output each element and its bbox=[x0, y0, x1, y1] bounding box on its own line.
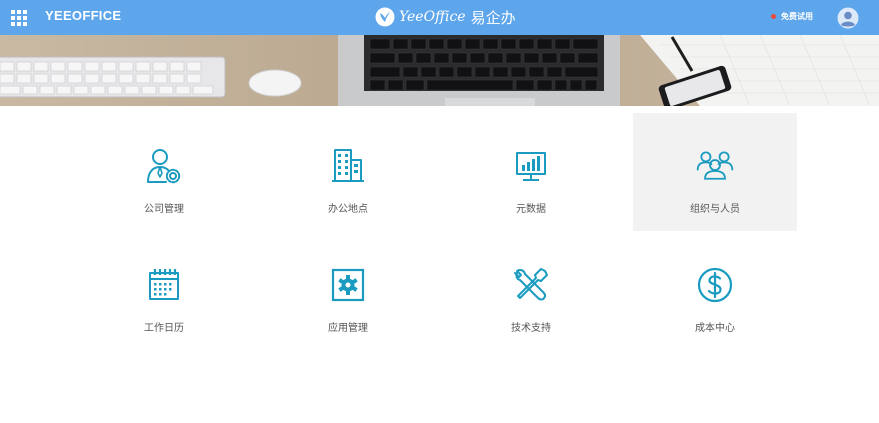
tile-label: 办公地点 bbox=[328, 204, 368, 215]
tile-tech-support[interactable]: 技术支持 bbox=[449, 232, 613, 350]
tile-app-management[interactable]: 应用管理 bbox=[266, 232, 430, 350]
logo: YeeOffice 易企办 bbox=[375, 6, 516, 28]
free-trial-link[interactable]: 免费试用 bbox=[771, 11, 813, 22]
metadata-chart-icon bbox=[511, 146, 551, 186]
building-icon bbox=[328, 146, 368, 186]
tile-company-admin[interactable]: 公司管理 bbox=[82, 113, 246, 231]
tile-cost-center[interactable]: 成本中心 bbox=[633, 232, 797, 350]
tile-label: 组织与人员 bbox=[690, 204, 740, 215]
tile-metadata[interactable]: 元数据 bbox=[449, 113, 613, 231]
banner-image bbox=[0, 35, 879, 106]
app-grid-icon[interactable] bbox=[11, 10, 27, 26]
dollar-icon bbox=[695, 265, 735, 305]
tile-work-calendar[interactable]: 工作日历 bbox=[82, 232, 246, 350]
tile-org-people[interactable]: 组织与人员 bbox=[633, 113, 797, 231]
tile-label: 公司管理 bbox=[144, 204, 184, 215]
tile-label: 成本中心 bbox=[695, 323, 735, 334]
tile-label: 应用管理 bbox=[328, 323, 368, 334]
user-avatar-icon[interactable] bbox=[837, 7, 859, 29]
top-bar: YEEOFFICE YeeOffice 易企办 免费试用 bbox=[0, 0, 879, 35]
tile-label: 技术支持 bbox=[511, 323, 551, 334]
logo-text-en: YeeOffice bbox=[399, 9, 466, 25]
calendar-icon bbox=[144, 265, 184, 305]
logo-mark-icon bbox=[375, 7, 395, 27]
gear-icon bbox=[328, 265, 368, 305]
tile-label: 元数据 bbox=[516, 204, 546, 215]
company-admin-icon bbox=[144, 146, 184, 186]
free-trial-label: 免费试用 bbox=[781, 12, 813, 21]
people-group-icon bbox=[695, 146, 735, 186]
tile-office-location[interactable]: 办公地点 bbox=[266, 113, 430, 231]
logo-text-cn: 易企办 bbox=[470, 8, 516, 27]
trial-dot bbox=[771, 14, 776, 19]
app-name: YEEOFFICE bbox=[45, 8, 122, 23]
tile-label: 工作日历 bbox=[144, 323, 184, 334]
tools-icon bbox=[511, 265, 551, 305]
